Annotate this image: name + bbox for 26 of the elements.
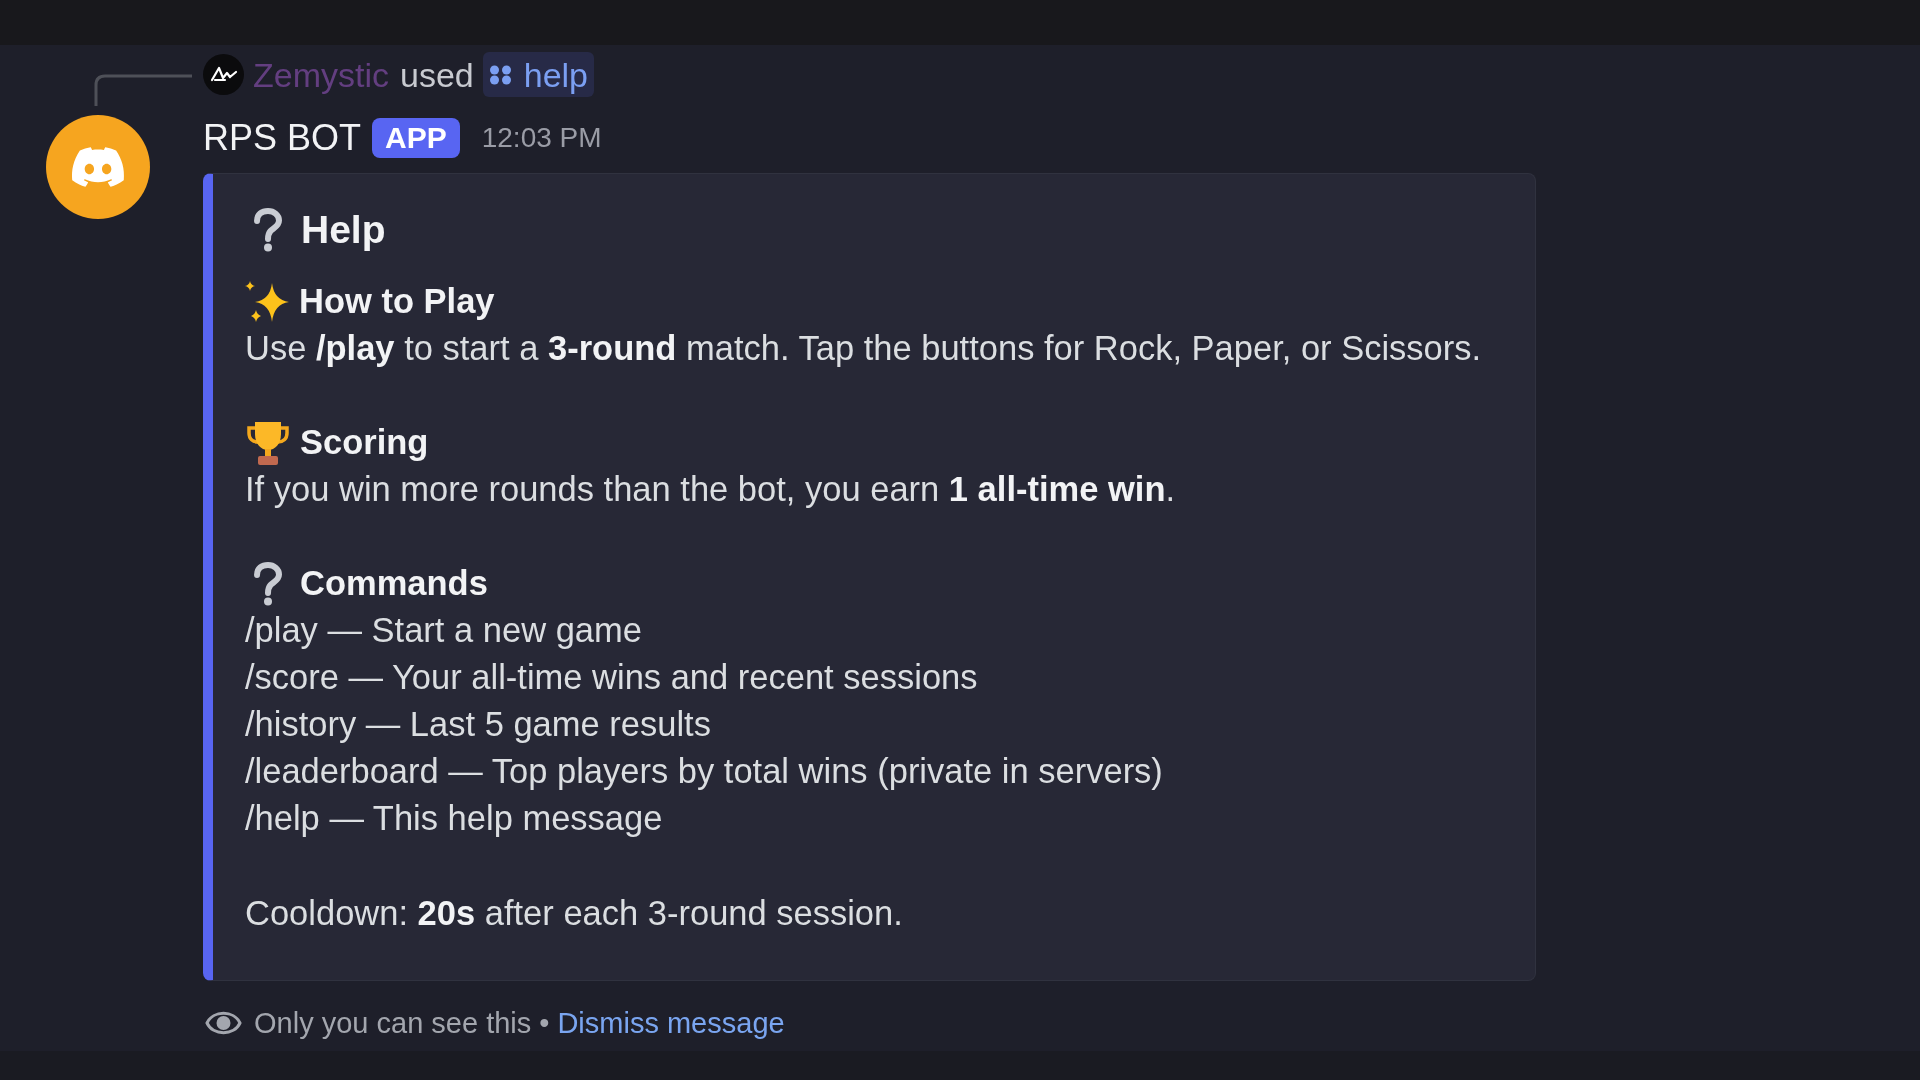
field-text: Use /play to start a 3-round match. Tap the buttons for Rock, Paper, or Scissors.	[245, 328, 1483, 369]
field-name: Scoring	[300, 422, 429, 463]
timestamp: 12:03 PM	[481, 121, 602, 155]
field-name: How to Play	[299, 281, 495, 322]
field-text: /play — Start a new game	[245, 610, 643, 651]
field-name: Commands	[300, 563, 488, 604]
trophy-icon	[245, 419, 291, 466]
embed-title: Help	[301, 207, 386, 253]
separator: •	[539, 1006, 550, 1041]
visibility-notice: Only you can see this	[254, 1006, 532, 1041]
field-text: /score — Your all-time wins and recent sessions	[245, 657, 979, 698]
reply-text: used	[400, 54, 474, 95]
embed-note: Cooldown: 20s after each 3-round session.	[245, 893, 904, 934]
question-mark-icon	[252, 208, 284, 252]
user-avatar[interactable]	[203, 54, 244, 95]
author-name[interactable]: RPS BOT	[203, 116, 362, 160]
command-mention[interactable]: help	[482, 52, 594, 97]
app-tag: APP	[372, 118, 460, 158]
bot-avatar[interactable]	[46, 115, 150, 219]
field-text: If you win more rounds than the bot, you earn 1 all-time win.	[245, 469, 1177, 510]
field-text: /leaderboard — Top players by total wins (private in servers)	[245, 751, 1164, 792]
question-mark-icon	[252, 561, 284, 606]
field-text: /help — This help message	[245, 798, 664, 839]
field-text: /history — Last 5 game results	[245, 704, 712, 745]
dismiss-link[interactable]: Dismiss message	[557, 1005, 785, 1041]
dots-grid-icon	[488, 64, 512, 85]
